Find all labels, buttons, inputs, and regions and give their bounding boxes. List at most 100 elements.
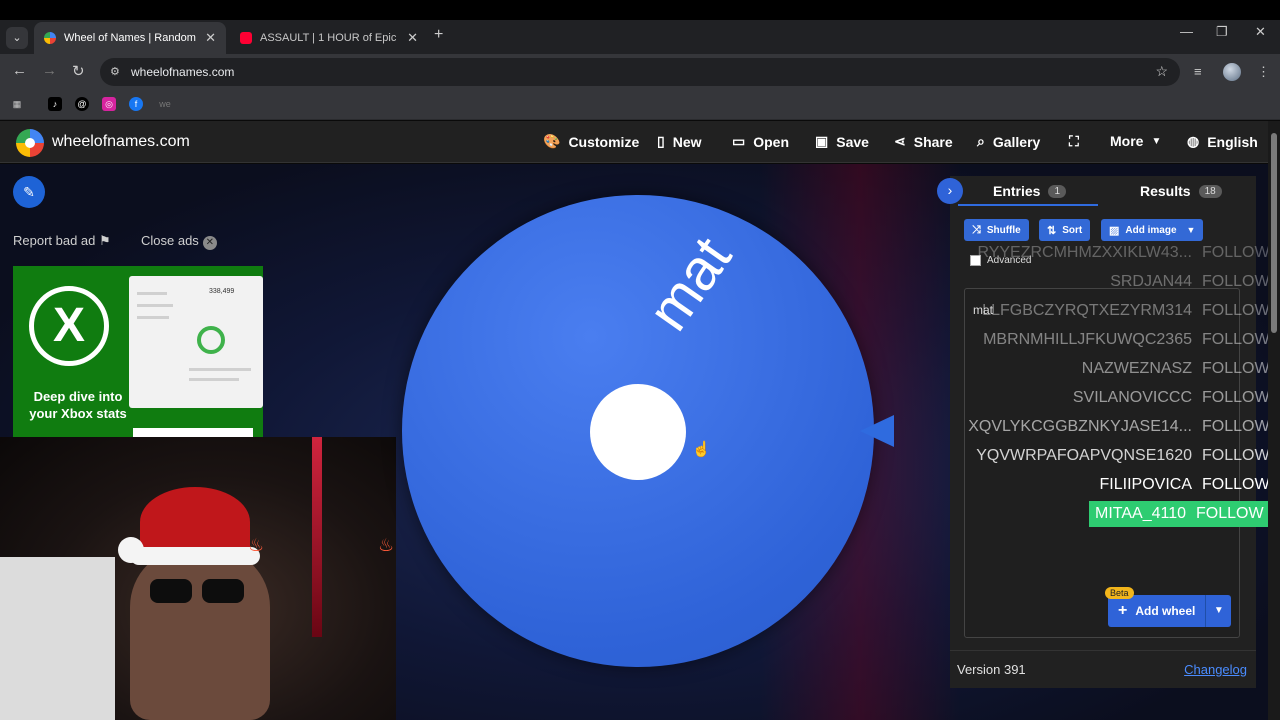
- ad-text: Deep dive into your Xbox stats: [29, 389, 127, 421]
- tiktok-icon[interactable]: ♪: [48, 97, 62, 111]
- browser-toolbar: ← → ↻ ⚙ wheelofnames.com ☆ ≡ ⋮: [0, 54, 1280, 90]
- streamer: [130, 547, 270, 720]
- site-info-icon[interactable]: ⚙: [110, 65, 120, 78]
- add-image-label: Add image: [1125, 224, 1177, 236]
- forward-icon[interactable]: →: [42, 62, 57, 79]
- shuffle-label: Shuffle: [986, 224, 1021, 236]
- chat-message: FOLLOW: [1202, 418, 1270, 435]
- back-icon[interactable]: ←: [12, 62, 27, 79]
- chat-username: NAZWEZNASZ: [1081, 360, 1192, 377]
- add-wheel-label: Add wheel: [1135, 604, 1196, 618]
- facebook-icon[interactable]: f: [129, 97, 143, 111]
- chat-message: FOLLOW: [1202, 302, 1270, 319]
- chat-username: RYYEZRCMHMZXXIKLW43...: [977, 244, 1192, 261]
- report-bad-ad-link[interactable]: Report bad ad ⚑: [13, 233, 111, 249]
- tab-results[interactable]: Results 18: [1140, 183, 1222, 199]
- sort-icon: ⇅: [1047, 224, 1057, 237]
- media-control-icon[interactable]: ≡: [1194, 64, 1202, 79]
- tab-wheel-of-names[interactable]: Wheel of Names | Random name picker ✕: [34, 22, 226, 54]
- open-button[interactable]: ▭ Open: [732, 133, 789, 150]
- browser-menu-icon[interactable]: ⋮: [1257, 64, 1270, 80]
- new-label: New: [672, 133, 702, 150]
- chat-line: MBRNMHILLJFKUWQC2365 FOLLOW: [983, 327, 1270, 353]
- caret-down-icon: ▼: [1151, 135, 1162, 147]
- active-tab-indicator: [958, 204, 1098, 206]
- close-tab-icon[interactable]: ✕: [407, 30, 418, 46]
- chat-line: RYYEZRCMHMZXXIKLW43... FOLLOW: [977, 240, 1270, 266]
- chat-message: FOLLOW: [1196, 505, 1264, 522]
- minimize-icon[interactable]: —: [1180, 24, 1193, 39]
- customize-button[interactable]: 🎨 Customize: [543, 133, 639, 150]
- tab-search-button[interactable]: ⌄: [6, 27, 28, 49]
- file-icon: ▯: [657, 133, 665, 149]
- entries-tab-label: Entries: [993, 183, 1041, 199]
- close-ads-link[interactable]: Close ads ✕: [141, 233, 217, 250]
- language-button[interactable]: ◍ English: [1187, 133, 1258, 150]
- restore-icon[interactable]: ❐: [1216, 24, 1228, 40]
- bookmark-star-icon[interactable]: ☆: [1155, 63, 1168, 80]
- site-logo-icon[interactable]: [16, 129, 44, 157]
- santa-hat-pompom: [118, 537, 144, 563]
- save-button[interactable]: ▣ Save: [815, 133, 869, 150]
- instagram-icon[interactable]: ◎: [102, 97, 116, 111]
- tab-title: ASSAULT | 1 HOUR of Epic Dark Music: [260, 32, 399, 44]
- new-tab-icon[interactable]: +: [434, 26, 443, 44]
- chat-message: FOLLOW: [1202, 360, 1270, 377]
- report-label: Report bad ad: [13, 233, 96, 248]
- language-label: English: [1207, 133, 1258, 150]
- close-window-icon[interactable]: ✕: [1255, 24, 1266, 40]
- red-light: [312, 437, 322, 637]
- tab-youtube[interactable]: ASSAULT | 1 HOUR of Epic Dark Music ✕: [230, 22, 428, 54]
- profile-avatar[interactable]: [1223, 63, 1241, 81]
- reload-icon[interactable]: ↻: [72, 62, 85, 80]
- chevron-right-icon[interactable]: ›: [937, 178, 963, 204]
- customize-label: Customize: [568, 133, 640, 150]
- new-button[interactable]: ▯ New: [657, 133, 702, 150]
- scrollbar-thumb[interactable]: [1271, 133, 1277, 333]
- ad-line: [137, 292, 167, 295]
- chat-line: SRDJAN44 FOLLOW: [1110, 269, 1270, 295]
- edit-pencil-icon[interactable]: ✎: [13, 176, 45, 208]
- beta-badge: Beta: [1105, 587, 1134, 599]
- wheel-center[interactable]: [590, 384, 686, 480]
- youtube-favicon-icon: [240, 32, 252, 44]
- chat-message: FOLLOW: [1202, 331, 1270, 348]
- site-logo-text[interactable]: wheelofnames.com: [52, 133, 190, 151]
- close-tab-icon[interactable]: ✕: [205, 30, 216, 46]
- share-button[interactable]: ⋖ Share: [894, 133, 953, 150]
- address-bar[interactable]: ⚙ wheelofnames.com ☆: [100, 58, 1180, 86]
- bookmark-icon[interactable]: we: [155, 97, 175, 111]
- whiteboard: [0, 557, 115, 720]
- page-scrollbar[interactable]: [1268, 121, 1280, 720]
- folder-icon: ▭: [732, 133, 746, 149]
- more-button[interactable]: More ▼: [1110, 133, 1161, 149]
- chat-username: XQVLYKCGGBZNKYJASE14...: [968, 418, 1192, 435]
- chat-username: LLFGBCZYRQTXEZYRM314: [982, 302, 1192, 319]
- chat-username: MBRNMHILLJFKUWQC2365: [983, 331, 1192, 348]
- ad-line: [137, 304, 173, 307]
- wheel-favicon-icon: [44, 32, 56, 44]
- gallery-button[interactable]: ⌕ Gallery: [977, 133, 1040, 150]
- apps-grid-icon[interactable]: ▦: [10, 97, 24, 111]
- chat-username: MITAA_4110: [1094, 505, 1186, 522]
- threads-icon[interactable]: @: [75, 97, 89, 111]
- xbox-ad[interactable]: X Deep dive into your Xbox stats 338,499: [13, 266, 263, 438]
- chat-message: FOLLOW: [1202, 476, 1270, 493]
- bookmarks-bar: ▦ ♪ @ ◎ f we: [0, 90, 1280, 120]
- divider: [950, 650, 1256, 651]
- gallery-label: Gallery: [992, 133, 1041, 150]
- tab-entries[interactable]: Entries 1: [993, 183, 1067, 199]
- caret-down-icon[interactable]: ▼: [1205, 595, 1231, 627]
- flame-icon: ♨: [378, 535, 395, 555]
- globe-icon: ◍: [1187, 133, 1200, 149]
- ad-line: [189, 378, 239, 381]
- results-count-badge: 18: [1198, 184, 1222, 198]
- flame-icon: ♨: [248, 535, 265, 555]
- share-icon: ⋖: [894, 133, 906, 149]
- fullscreen-icon[interactable]: ⛶: [1069, 133, 1079, 150]
- add-wheel-button[interactable]: + Add wheel ▼: [1108, 595, 1232, 627]
- ad-line: [189, 368, 251, 371]
- add-wheel-main[interactable]: + Add wheel: [1108, 595, 1205, 627]
- changelog-link[interactable]: Changelog: [1184, 662, 1247, 677]
- search-icon: ⌕: [977, 133, 985, 149]
